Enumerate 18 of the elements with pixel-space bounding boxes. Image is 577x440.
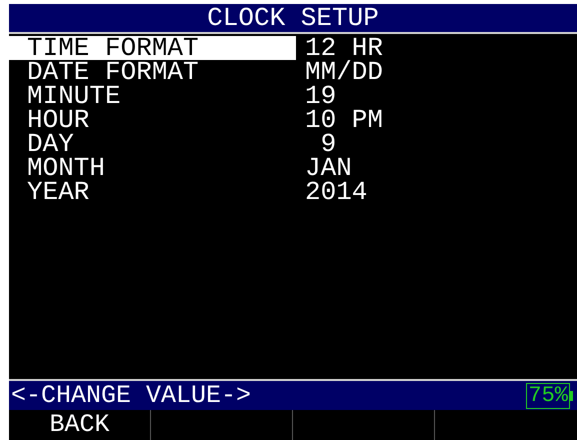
setting-value: 2014 — [304, 180, 368, 204]
setting-label[interactable]: MONTH — [9, 156, 296, 180]
screen-title: CLOCK SETUP — [207, 5, 379, 31]
setting-label[interactable]: TIME FORMAT — [9, 36, 296, 60]
setting-label[interactable]: YEAR — [9, 180, 296, 204]
setting-label[interactable]: HOUR — [9, 108, 296, 132]
setting-value: 9 — [320, 132, 336, 156]
soft-key[interactable]: BACK — [9, 410, 151, 440]
battery-indicator: 75% — [526, 382, 573, 408]
setting-value: 19 — [304, 84, 336, 108]
setting-value: MM/DD — [304, 60, 384, 84]
hint-text: <-CHANGE VALUE-> — [10, 382, 252, 408]
setting-value: 12 HR — [304, 36, 384, 60]
setting-label[interactable]: MINUTE — [9, 84, 296, 108]
setting-label[interactable]: DAY — [9, 132, 296, 156]
setting-value: 10 PM — [304, 108, 384, 132]
setting-value: JAN — [304, 156, 352, 180]
setting-label[interactable]: DATE FORMAT — [9, 60, 296, 84]
